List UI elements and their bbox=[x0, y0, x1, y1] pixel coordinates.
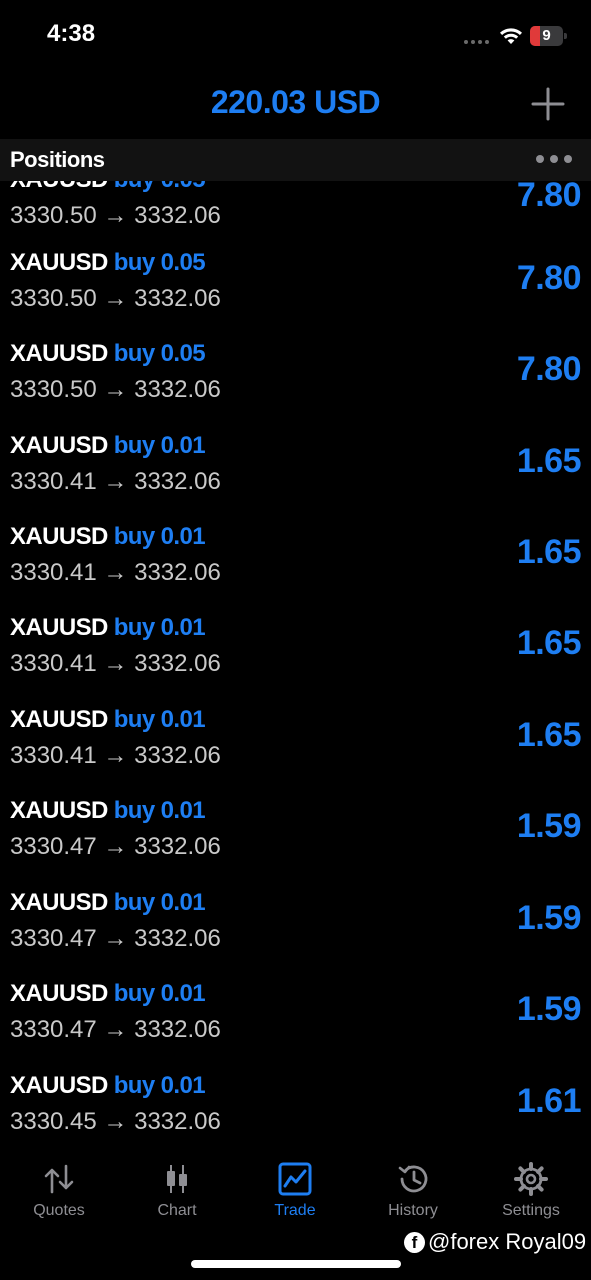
position-row[interactable]: XAUUSD buy 0.01 3330.45 → 3332.06 1.61 bbox=[0, 1072, 591, 1152]
trade-chart-icon bbox=[278, 1162, 312, 1196]
position-profit: 1.59 bbox=[516, 990, 582, 1028]
positions-section-header: Positions bbox=[0, 139, 591, 181]
position-symbol: XAUUSD bbox=[10, 706, 108, 733]
position-prices: 3330.41 → 3332.06 bbox=[10, 650, 221, 677]
candlestick-icon bbox=[167, 1165, 187, 1193]
position-side: buy 0.01 bbox=[113, 797, 206, 824]
position-prices: 3330.47 → 3332.06 bbox=[10, 833, 221, 860]
position-prices: 3330.47 → 3332.06 bbox=[10, 925, 221, 952]
tab-label: Trade bbox=[274, 1202, 316, 1219]
position-symbol: XAUUSD bbox=[10, 1072, 108, 1099]
tab-quotes[interactable]: Quotes bbox=[0, 1158, 118, 1230]
position-profit: 1.59 bbox=[516, 807, 582, 845]
tab-label: Chart bbox=[157, 1202, 197, 1219]
position-prices: 3330.41 → 3332.06 bbox=[10, 742, 221, 769]
position-profit: 7.80 bbox=[516, 176, 582, 214]
home-indicator[interactable] bbox=[191, 1260, 401, 1268]
section-title: Positions bbox=[10, 147, 105, 172]
position-row[interactable]: XAUUSD buy 0.01 3330.41 → 3332.06 1.65 bbox=[0, 614, 591, 705]
history-clock-icon bbox=[398, 1165, 428, 1193]
position-row[interactable]: XAUUSD buy 0.01 3330.41 → 3332.06 1.65 bbox=[0, 523, 591, 614]
watermark-text: @forex Royal09 bbox=[428, 1229, 587, 1254]
position-symbol: XAUUSD bbox=[10, 889, 108, 916]
watermark: f @forex Royal09 bbox=[404, 1228, 586, 1256]
position-side: buy 0.01 bbox=[113, 1072, 206, 1099]
position-side: buy 0.01 bbox=[113, 432, 206, 459]
position-prices: 3330.41 → 3332.06 bbox=[10, 559, 221, 586]
position-row[interactable]: XAUUSDbuy 0.05 3330.50 → 3332.06 7.80 bbox=[0, 340, 591, 431]
position-row[interactable]: XAUUSD buy 0.01 3330.47 → 3332.06 1.59 bbox=[0, 889, 591, 980]
position-symbol: XAUUSD bbox=[10, 432, 108, 459]
position-side: buy 0.01 bbox=[113, 706, 206, 733]
gear-icon bbox=[514, 1162, 548, 1196]
position-profit: 7.80 bbox=[516, 350, 582, 388]
position-symbol: XAUUSD bbox=[10, 523, 108, 550]
position-symbol: XAUUSD bbox=[10, 249, 108, 276]
tab-label: History bbox=[388, 1202, 438, 1219]
tab-chart[interactable]: Chart bbox=[118, 1158, 236, 1230]
position-profit: 1.61 bbox=[516, 1082, 582, 1120]
position-row[interactable]: XAUUSD buy 0.01 3330.47 → 3332.06 1.59 bbox=[0, 980, 591, 1071]
tab-history[interactable]: History bbox=[354, 1158, 472, 1230]
position-symbol: XAUUSD bbox=[10, 980, 108, 1007]
position-prices: 3330.41 → 3332.06 bbox=[10, 468, 221, 495]
position-profit: 1.65 bbox=[516, 442, 582, 480]
position-prices: 3330.50 → 3332.06 bbox=[10, 285, 221, 312]
position-profit: 7.80 bbox=[516, 259, 582, 297]
ellipsis-icon[interactable] bbox=[536, 150, 574, 168]
tab-settings[interactable]: Settings bbox=[472, 1158, 590, 1230]
position-prices: 3330.50 → 3332.06 bbox=[10, 202, 221, 229]
position-prices: 3330.50 → 3332.06 bbox=[10, 376, 221, 403]
position-row[interactable]: XAUUSD buy 0.01 3330.47 → 3332.06 1.59 bbox=[0, 797, 591, 888]
position-side: buy 0.01 bbox=[113, 889, 206, 916]
position-profit: 1.65 bbox=[516, 716, 582, 754]
position-side: buy 0.01 bbox=[113, 523, 206, 550]
tab-label: Settings bbox=[502, 1202, 560, 1219]
position-symbol: XAUUSD bbox=[10, 797, 108, 824]
tab-trade[interactable]: Trade bbox=[236, 1158, 354, 1230]
position-side: buy 0.01 bbox=[113, 614, 206, 641]
position-row[interactable]: XAUUSDbuy 0.05 3330.50 → 3332.06 7.80 bbox=[0, 249, 591, 340]
position-side: buy 0.05 bbox=[113, 249, 206, 276]
tab-label: Quotes bbox=[33, 1202, 85, 1219]
quotes-arrows-icon bbox=[44, 1164, 74, 1194]
position-side: buy 0.01 bbox=[113, 980, 206, 1007]
position-side: buy 0.05 bbox=[113, 340, 206, 367]
position-profit: 1.65 bbox=[516, 624, 582, 662]
position-row[interactable]: XAUUSD buy 0.01 3330.41 → 3332.06 1.65 bbox=[0, 432, 591, 523]
position-profit: 1.59 bbox=[516, 899, 582, 937]
position-profit: 1.65 bbox=[516, 533, 582, 571]
position-prices: 3330.45 → 3332.06 bbox=[10, 1108, 221, 1135]
position-symbol: XAUUSD bbox=[10, 340, 108, 367]
facebook-icon: f bbox=[404, 1231, 425, 1253]
position-row[interactable]: XAUUSD buy 0.01 3330.41 → 3332.06 1.65 bbox=[0, 706, 591, 797]
position-symbol: XAUUSD bbox=[10, 614, 108, 641]
position-prices: 3330.47 → 3332.06 bbox=[10, 1016, 221, 1043]
